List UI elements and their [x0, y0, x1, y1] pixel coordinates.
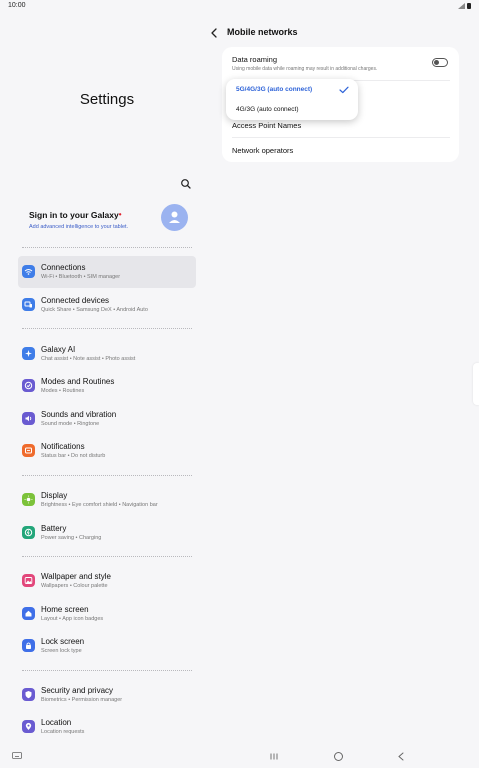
speaker-icon [22, 412, 35, 425]
item-label: Lock screen [41, 637, 85, 646]
sidebar-item-location[interactable]: Location Location requests [18, 711, 196, 743]
item-label: Home screen [41, 605, 89, 614]
image-icon [22, 574, 35, 587]
item-label: Sounds and vibration [41, 410, 117, 419]
sun-icon [22, 493, 35, 506]
lock-icon [22, 639, 35, 652]
shield-icon [22, 688, 35, 701]
item-label: Display [41, 491, 68, 500]
navigation-bar [0, 744, 479, 768]
keyboard-icon[interactable] [12, 752, 22, 760]
sidebar-item-display[interactable]: Display Brightness • Eye comfort shield … [18, 484, 196, 516]
divider [22, 556, 192, 557]
account-title: Sign in to your Galaxy [29, 210, 119, 220]
back-arrow-icon[interactable] [207, 26, 221, 40]
divider [22, 670, 192, 671]
person-icon [169, 211, 180, 223]
wifi-icon [22, 265, 35, 278]
sidebar-item-battery[interactable]: Battery Power saving • Charging [18, 517, 196, 549]
item-label: Security and privacy [41, 686, 114, 695]
network-mode-option-4g[interactable]: 4G/3G (auto connect) [236, 106, 299, 113]
avatar[interactable] [161, 204, 188, 231]
sidebar-item-modes-and-routines[interactable]: Modes and Routines Modes • Routines [18, 370, 196, 402]
item-subtitle: Layout • App icon badges [41, 616, 104, 622]
check-circle-icon [22, 379, 35, 392]
item-subtitle: Brightness • Eye comfort shield • Naviga… [41, 502, 158, 508]
battery-status-icon [467, 3, 471, 9]
screen-title: Mobile networks [227, 27, 298, 37]
recent-apps-icon[interactable] [270, 753, 278, 760]
item-subtitle: Sound mode • Ringtone [41, 421, 100, 427]
sidebar-item-wallpaper-and-style[interactable]: Wallpaper and style Wallpapers • Colour … [18, 565, 196, 597]
item-subtitle: Quick Share • Samsung DeX • Android Auto [41, 307, 148, 313]
sidebar-item-galaxy-ai[interactable]: Galaxy AI Chat assist • Note assist • Ph… [18, 338, 196, 370]
item-subtitle: Modes • Routines [41, 388, 85, 394]
sidebar-item-home-screen[interactable]: Home screen Layout • App icon badges [18, 598, 196, 630]
item-label: Galaxy AI [41, 345, 76, 354]
divider [22, 475, 192, 476]
item-subtitle: Biometrics • Permission manager [41, 697, 123, 703]
item-subtitle: Status bar • Do not disturb [41, 453, 106, 459]
item-subtitle: Location requests [41, 729, 85, 735]
checkmark-icon [339, 86, 349, 94]
divider [22, 247, 192, 248]
battery-icon [22, 526, 35, 539]
item-label: Connected devices [41, 296, 110, 305]
item-label: Location [41, 718, 72, 727]
status-bar: 10:00 [0, 0, 479, 14]
toggle-knob [434, 60, 439, 65]
page-title: Settings [79, 91, 135, 108]
bell-icon [22, 444, 35, 457]
divider [22, 328, 192, 329]
sidebar-item-sounds-and-vibration[interactable]: Sounds and vibration Sound mode • Ringto… [18, 403, 196, 435]
divider [232, 137, 450, 138]
access-point-names-item[interactable]: Access Point Names [232, 121, 301, 130]
notification-dot: • [118, 210, 122, 219]
network-mode-dropdown: 5G/4G/3G (auto connect) 4G/3G (auto conn… [226, 79, 358, 120]
status-time: 10:00 [8, 2, 26, 9]
sidebar-item-connected-devices[interactable]: Connected devices Quick Share • Samsung … [18, 289, 196, 321]
settings-panel: Settings Sign in to your Galaxy• Add adv… [0, 14, 214, 744]
account-subtitle: Add advanced intelligence to your tablet… [29, 224, 129, 230]
sparkle-icon [22, 347, 35, 360]
sidebar-item-lock-screen[interactable]: Lock screen Screen lock type [18, 630, 196, 662]
network-operators-item[interactable]: Network operators [232, 146, 293, 155]
item-subtitle: Chat assist • Note assist • Photo assist [41, 356, 136, 362]
item-label: Connections [41, 263, 86, 272]
item-label: Modes and Routines [41, 377, 115, 386]
edge-panel-handle[interactable] [473, 363, 479, 405]
search-icon[interactable] [178, 176, 194, 192]
sidebar-item-security-and-privacy[interactable]: Security and privacy Biometrics • Permis… [18, 679, 196, 711]
item-label: Wallpaper and style [41, 572, 111, 581]
data-roaming-label: Data roaming [232, 55, 278, 64]
item-subtitle: Screen lock type [41, 648, 82, 654]
data-roaming-subtitle: Using mobile data while roaming may resu… [232, 66, 378, 72]
location-icon [22, 720, 35, 733]
item-label: Notifications [41, 442, 85, 451]
sidebar-item-notifications[interactable]: Notifications Status bar • Do not distur… [18, 435, 196, 467]
item-label: Battery [41, 524, 67, 533]
data-roaming-toggle[interactable] [432, 58, 448, 67]
devices-icon [22, 298, 35, 311]
signal-icon [458, 3, 465, 9]
account-sign-in[interactable]: Sign in to your Galaxy• Add advanced int… [18, 204, 196, 244]
home-button-icon[interactable] [334, 752, 343, 761]
item-subtitle: Power saving • Charging [41, 535, 102, 541]
item-subtitle: Wallpapers • Colour palette [41, 583, 108, 589]
network-mode-option-5g[interactable]: 5G/4G/3G (auto connect) [236, 86, 312, 93]
home-icon [22, 607, 35, 620]
item-subtitle: Wi-Fi • Bluetooth • SIM manager [41, 274, 121, 280]
back-button-icon[interactable] [397, 752, 405, 761]
sidebar-item-connections[interactable]: Connections Wi-Fi • Bluetooth • SIM mana… [18, 256, 196, 288]
